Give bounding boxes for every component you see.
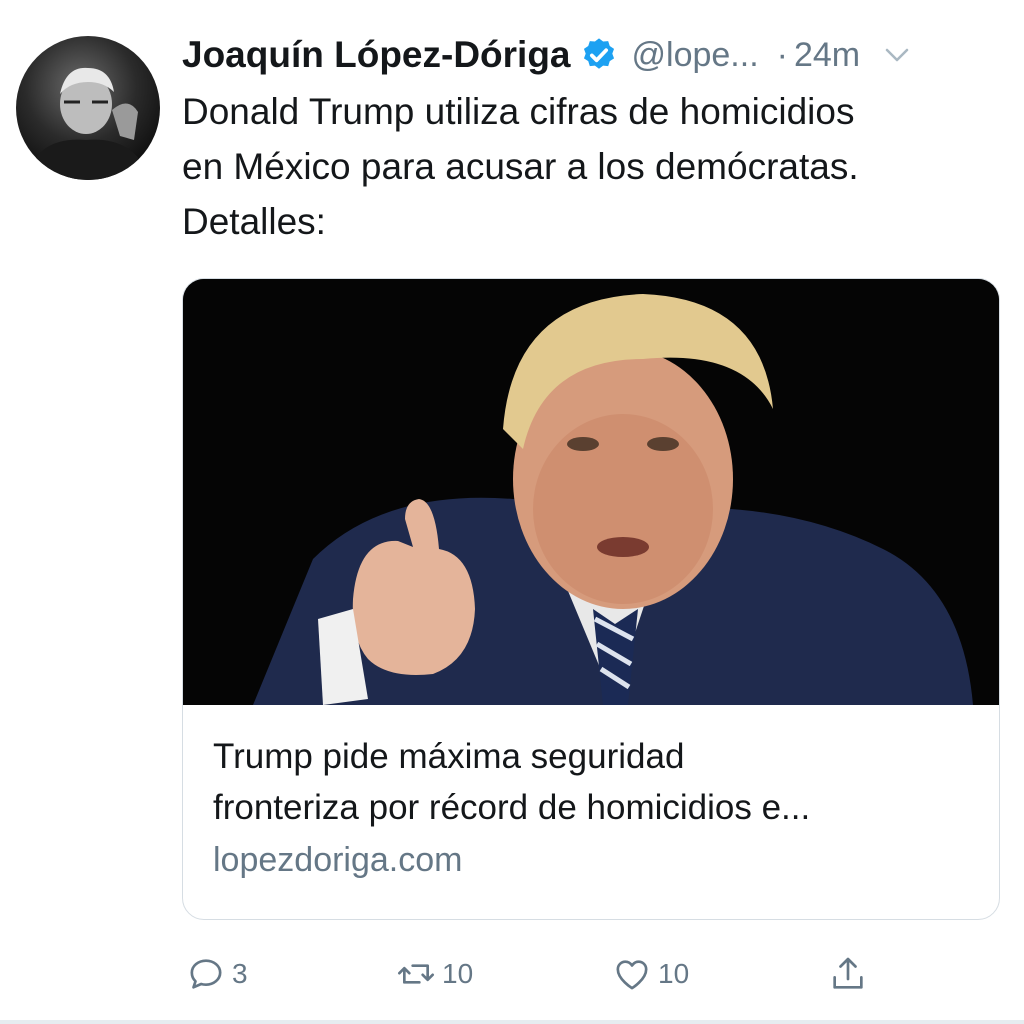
like-button[interactable]: 10 xyxy=(612,946,689,1002)
author-handle[interactable]: @lope... xyxy=(632,36,759,75)
retweet-icon xyxy=(398,964,434,984)
card-title-line-2: fronteriza por récord de homicidios e... xyxy=(213,788,811,827)
share-icon xyxy=(833,957,863,989)
tweet-text: Donald Trump utiliza cifras de homicidio… xyxy=(182,91,859,242)
reply-button[interactable]: 3 xyxy=(186,946,248,1002)
reply-icon xyxy=(190,959,222,989)
divider xyxy=(0,1020,1024,1024)
card-image[interactable] xyxy=(183,279,999,705)
avatar[interactable] xyxy=(16,36,160,180)
card-domain[interactable]: lopezdoriga.com xyxy=(213,841,462,880)
like-count: 10 xyxy=(658,958,690,989)
tweet-header: Joaquín López-Dóriga @lope... · 24m xyxy=(182,30,912,80)
heart-icon xyxy=(616,960,648,990)
tweet-actions: 3 10 10 xyxy=(0,946,1024,1002)
link-card[interactable]: Trump pide máxima seguridad fronteriza p… xyxy=(182,278,1000,920)
author-name[interactable]: Joaquín López-Dóriga xyxy=(182,34,571,76)
chevron-down-icon[interactable] xyxy=(882,40,912,70)
separator-dot: · xyxy=(776,35,788,74)
tweet-timestamp[interactable]: 24m xyxy=(794,36,860,75)
card-title[interactable]: Trump pide máxima seguridad fronteriza p… xyxy=(213,731,973,833)
retweet-count: 10 xyxy=(442,958,474,989)
verified-badge-icon xyxy=(580,36,618,74)
share-button[interactable] xyxy=(828,946,868,1002)
reply-count: 3 xyxy=(232,958,248,989)
card-title-line-1: Trump pide máxima seguridad xyxy=(213,737,685,776)
retweet-button[interactable]: 10 xyxy=(396,946,473,1002)
